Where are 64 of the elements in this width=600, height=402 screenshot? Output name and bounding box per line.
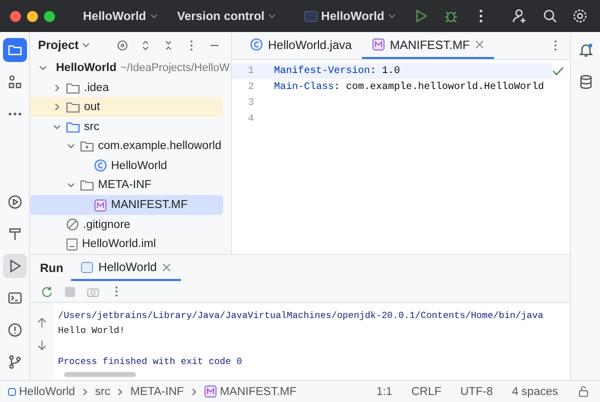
code-line: Manifest-Version: 1.0 [274,66,400,76]
package-icon [80,140,94,152]
line-number: 2 [246,82,255,92]
tree-item[interactable]: com.example.helloworld [30,136,223,156]
breadcrumb[interactable]: META-INF [130,386,184,398]
chevron-icon[interactable] [149,11,160,21]
folder-icon [66,101,80,114]
zoom-window-button[interactable] [44,10,55,22]
tree-item[interactable]: out [30,97,223,117]
close-icon[interactable] [474,40,484,49]
tree-item[interactable]: .gitignore [30,214,223,234]
console-line: Process finished with exit code 0 [58,355,244,369]
editor-tab[interactable]: HelloWorld.java [240,32,362,59]
console-line: Hello World! [58,324,126,338]
file-icon [66,238,78,251]
class-icon [250,38,263,51]
status-item[interactable]: UTF-8 [460,386,493,398]
editor-tab[interactable]: MANIFEST.MF [362,32,494,59]
close-icon[interactable] [162,262,171,272]
status-item[interactable]: 4 spaces [512,386,558,398]
ignore-icon [66,218,79,232]
tree-item[interactable]: HelloWorld.iml [30,234,223,254]
folder-icon [80,179,94,192]
tree-item[interactable]: .idea [30,78,223,98]
minimize-window-button[interactable] [27,10,38,22]
scrollbar[interactable] [64,372,136,377]
run-panel-title: Run [40,261,64,275]
run-configuration-menu[interactable]: HelloWorld [300,7,402,25]
breadcrumb[interactable]: src [95,386,110,398]
window-icon [81,262,94,272]
collapse-chevron-icon[interactable] [52,82,62,93]
version-control-menu[interactable]: Version control [173,7,282,25]
check-icon [552,66,564,76]
folder-icon [66,82,80,94]
module-icon [8,388,16,396]
chevron-icon[interactable] [387,11,398,21]
collapse-chevron-icon[interactable] [52,102,62,112]
tree-item[interactable]: src [30,116,223,136]
close-window-button[interactable] [10,10,21,22]
manifest-icon [204,385,217,398]
run-tool-button[interactable] [2,254,26,278]
breadcrumb[interactable]: MANIFEST.MF [204,385,296,398]
status-item[interactable]: CRLF [411,386,442,398]
status-item[interactable]: 1:1 [376,386,392,398]
manifest-icon [94,198,107,212]
line-number: 1 [246,66,255,76]
chevron-icon[interactable] [267,11,278,21]
tree-item[interactable]: MANIFEST.MF [30,195,223,215]
tree-item[interactable]: HelloWorld [30,156,223,176]
line-number: 4 [246,114,255,124]
project-tool-button[interactable] [2,38,26,62]
window-icon [304,10,318,22]
code-line: Main-Class: com.example.helloworld.HelloWorld [274,82,544,92]
line-number: 3 [246,98,255,108]
folder-icon [66,120,80,133]
tree-item[interactable]: META-INF [30,176,223,196]
console-line: /Users/jetbrains/Library/Java/JavaVirtualMachines/openjdk-20.0.1/Contents/Home/bin/java [58,309,544,323]
run-tab[interactable]: HelloWorld [71,255,181,281]
project-menu[interactable]: HelloWorld [79,7,164,25]
class-icon [94,159,107,172]
project-view-selector[interactable]: Project [38,38,91,52]
breadcrumb[interactable]: HelloWorld [8,386,76,398]
manifest-icon [372,38,385,51]
project-path: ~/IdeaProjects/HelloW [120,62,230,74]
